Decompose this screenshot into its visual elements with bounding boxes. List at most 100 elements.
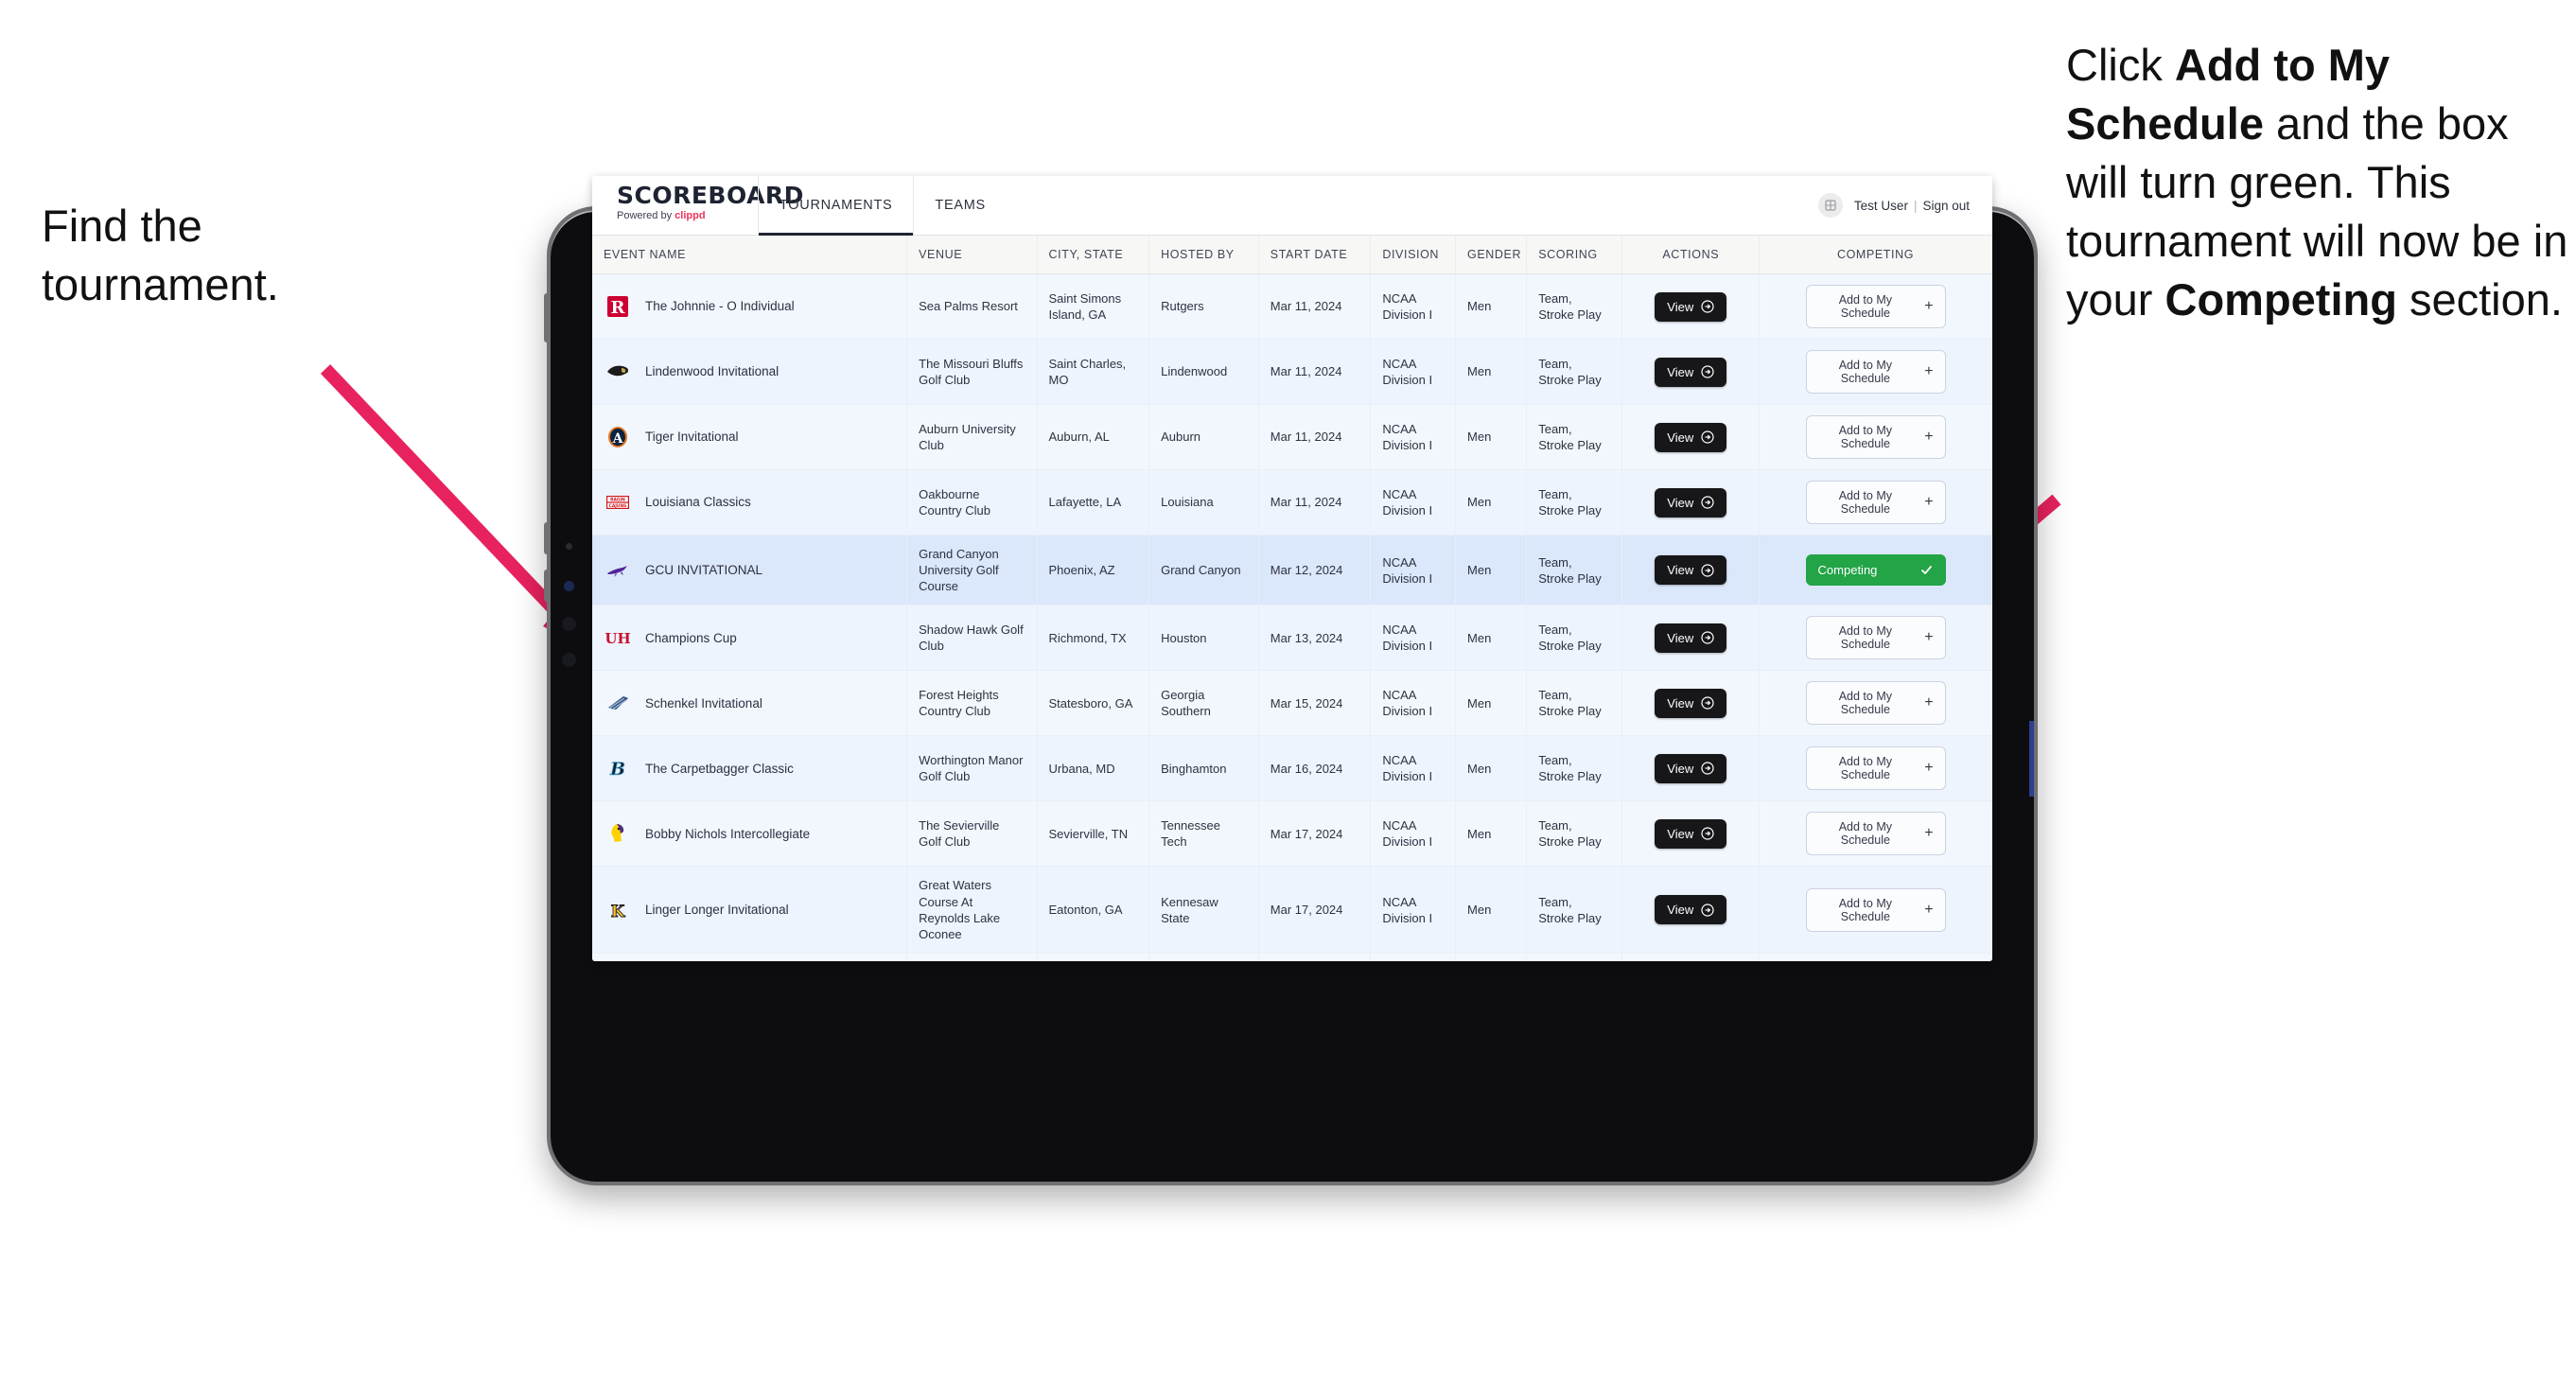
add-to-my-schedule-button[interactable]: Add to My Schedule + <box>1805 746 1946 791</box>
cell-actions: View <box>1621 605 1761 672</box>
table-row[interactable]: K Linger Longer Invitational Great Waters … <box>592 866 1992 955</box>
add-to-my-schedule-button[interactable]: Add to My Schedule + <box>1805 681 1946 726</box>
table-row[interactable]: Bobby Nichols Intercollegiate The Sevierv… <box>592 800 1992 868</box>
cell-scoring: Team, Stroke Play <box>1526 800 1623 868</box>
cell-actions: View <box>1621 535 1761 606</box>
table-row[interactable]: R The Johnnie - O Individual Sea Palms Res… <box>592 273 1992 340</box>
cell-event-name: Lindenwood Invitational <box>592 339 908 405</box>
brand-title: SCOREBOARD <box>617 182 804 209</box>
cell-hosted-by: Tennessee Tech <box>1148 800 1259 868</box>
add-to-my-schedule-button[interactable]: Add to My Schedule + <box>1805 350 1946 394</box>
cell-city-state: Saint Charles, MO <box>1037 339 1150 405</box>
tournaments-table: EVENT NAME VENUE CITY, STATE HOSTED BY S… <box>592 236 1992 961</box>
view-button-label: View <box>1667 826 1694 841</box>
col-gender[interactable]: GENDER <box>1455 236 1528 274</box>
cell-competing: Add to My Schedule + <box>1759 800 1992 868</box>
georgia-southern-logo <box>604 689 632 717</box>
view-button[interactable]: View <box>1655 555 1727 586</box>
table-row[interactable]: Schenkel Invitational Forest Heights Coun… <box>592 670 1992 737</box>
view-button-label: View <box>1667 563 1694 578</box>
add-to-my-schedule-button[interactable]: Add to My Schedule + <box>1805 285 1946 328</box>
cell-hosted-by: Auburn <box>1148 404 1259 470</box>
cell-division: NCAA Division I <box>1370 404 1457 470</box>
col-city-state[interactable]: CITY, STATE <box>1037 236 1150 274</box>
table-row[interactable]: Brook Valley NCAA Team,ViewAdd to My Sched… <box>592 953 1992 961</box>
cell-hosted-by: Georgia Southern <box>1148 670 1259 737</box>
tablet-volume-up-button[interactable] <box>544 522 550 554</box>
competing-button-label: Competing <box>1817 563 1878 578</box>
cell-city-state: Phoenix, AZ <box>1037 535 1150 606</box>
cell-actions: View <box>1621 800 1761 868</box>
cell-gender: Men <box>1455 404 1528 470</box>
add-to-my-schedule-button[interactable]: Add to My Schedule + <box>1805 812 1946 856</box>
cell-competing: Add to My Schedule + <box>1759 670 1992 737</box>
tablet-volume-down-button[interactable] <box>544 570 550 602</box>
col-actions: ACTIONS <box>1621 236 1761 274</box>
tablet-screen: SCOREBOARD Powered by clippd TOURNAMENTS… <box>592 176 1992 961</box>
cell-hosted-by: Binghamton <box>1148 735 1259 802</box>
add-to-my-schedule-label: Add to My Schedule <box>1838 624 1892 652</box>
event-name-label: Louisiana Classics <box>645 495 751 510</box>
add-to-my-schedule-label: Add to My Schedule <box>1838 293 1892 320</box>
col-competing: COMPETING <box>1759 236 1992 274</box>
plus-icon: + <box>1924 494 1934 510</box>
col-hosted-by[interactable]: HOSTED BY <box>1148 236 1259 274</box>
avatar[interactable] <box>1817 193 1843 218</box>
cell-gender: Men <box>1455 670 1528 737</box>
cell-event-name: UH Champions Cup <box>592 605 908 672</box>
plus-icon: + <box>1924 629 1934 646</box>
view-button[interactable]: View <box>1655 357 1727 387</box>
col-division[interactable]: DIVISION <box>1370 236 1457 274</box>
cell-city-state: Auburn, AL <box>1037 404 1150 470</box>
tab-teams[interactable]: TEAMS <box>914 176 1006 235</box>
table-row[interactable]: A Tiger Invitational Auburn University Clu… <box>592 404 1992 470</box>
arrow-right-circle-icon <box>1701 496 1714 509</box>
cell-start-date: Mar 11, 2024 <box>1258 404 1372 470</box>
cell-actions: View <box>1621 273 1761 340</box>
tablet-lens-dot-a <box>562 617 576 631</box>
sign-out-link[interactable]: Sign out <box>1922 199 1970 213</box>
add-to-my-schedule-button[interactable]: Add to My Schedule + <box>1805 887 1946 932</box>
event-name-label: The Johnnie - O Individual <box>645 299 795 314</box>
table-row[interactable]: Lindenwood Invitational The Missouri Bluf… <box>592 339 1992 405</box>
view-button[interactable]: View <box>1655 291 1727 322</box>
add-to-my-schedule-label: Add to My Schedule <box>1838 489 1892 516</box>
view-button[interactable]: View <box>1655 487 1727 518</box>
tablet-power-button[interactable] <box>544 293 550 342</box>
event-name-label: GCU INVITATIONAL <box>645 562 763 577</box>
competing-button[interactable]: Competing <box>1805 554 1946 587</box>
col-start-date[interactable]: START DATE <box>1258 236 1372 274</box>
houston-logo: UH <box>604 623 632 652</box>
col-scoring[interactable]: SCORING <box>1526 236 1623 274</box>
cell-hosted-by <box>1148 953 1259 961</box>
arrow-right-circle-icon <box>1701 762 1714 776</box>
cell-event-name: R The Johnnie - O Individual <box>592 273 908 340</box>
arrow-right-circle-icon <box>1701 904 1714 917</box>
view-button[interactable]: View <box>1655 818 1727 849</box>
add-to-my-schedule-button[interactable]: Add to My Schedule + <box>1805 481 1946 524</box>
table-row[interactable]: UH Champions Cup Shadow Hawk Golf Club Rich… <box>592 605 1992 672</box>
tab-tournaments[interactable]: TOURNAMENTS <box>758 176 915 236</box>
cell-competing: Add to My Schedule + <box>1759 605 1992 672</box>
view-button[interactable]: View <box>1655 422 1727 452</box>
table-row[interactable]: RAGIN CAJUNS Louisiana Classics Oakbourne C… <box>592 469 1992 535</box>
view-button[interactable]: View <box>1655 623 1727 653</box>
cell-gender: Men <box>1455 535 1528 606</box>
gcu-logo <box>604 556 632 585</box>
table-row[interactable]: GCU INVITATIONAL Grand Canyon University … <box>592 535 1992 606</box>
brand-logo[interactable]: SCOREBOARD Powered by clippd <box>592 176 804 235</box>
user-meta: Test User | Sign out <box>1854 199 1970 213</box>
view-button[interactable]: View <box>1655 753 1727 783</box>
brand-subtitle-clippd: clippd <box>675 210 706 221</box>
cell-division: NCAA Division I <box>1370 273 1457 340</box>
col-venue[interactable]: VENUE <box>906 236 1038 274</box>
cell-city-state <box>1037 953 1150 961</box>
view-button[interactable]: View <box>1655 688 1727 718</box>
kennesaw-state-logo: K <box>604 896 632 924</box>
binghamton-logo: B <box>604 754 632 782</box>
view-button[interactable]: View <box>1655 895 1727 925</box>
add-to-my-schedule-button[interactable]: Add to My Schedule + <box>1805 415 1946 459</box>
table-row[interactable]: B The Carpetbagger Classic Worthington Man… <box>592 735 1992 802</box>
col-event-name[interactable]: EVENT NAME <box>592 236 908 274</box>
add-to-my-schedule-button[interactable]: Add to My Schedule + <box>1805 616 1946 660</box>
